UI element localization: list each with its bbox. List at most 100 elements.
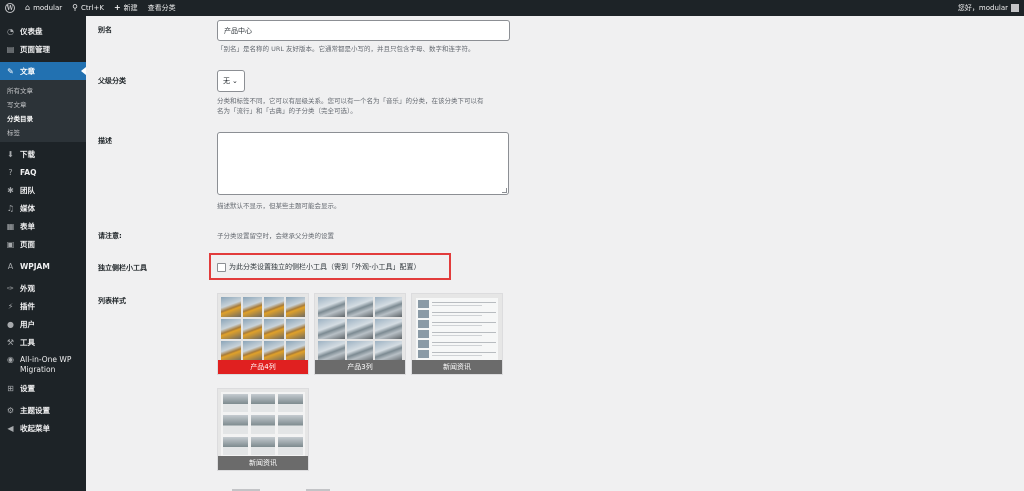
sidebar-item-label: WPJAM xyxy=(20,261,50,271)
submenu-write-post[interactable]: 写文章 xyxy=(0,97,86,111)
sidebar-item-label: 团队 xyxy=(20,185,35,195)
notice-label: 请注意: xyxy=(98,232,122,240)
site-name-link[interactable]: ⌂ modular xyxy=(20,0,67,16)
account-menu[interactable]: 您好，modular xyxy=(953,0,1024,16)
sidebar-item-wpjam[interactable]: A WPJAM xyxy=(0,257,86,275)
sidebar-item-posts[interactable]: ✎ 文章 xyxy=(0,62,86,80)
sidebar-item-label: 表单 xyxy=(20,221,35,231)
avatar xyxy=(1011,4,1019,12)
sidebar-item-forms[interactable]: ▦ 表单 xyxy=(0,217,86,235)
notice-text: 子分类设置留空时，会继承父分类的设置 xyxy=(217,232,334,240)
sidebar-item-label: 页面 xyxy=(20,239,35,249)
site-name: modular xyxy=(33,4,63,12)
submenu-tags[interactable]: 标签 xyxy=(0,125,86,139)
option-caption: 新闻资讯 xyxy=(218,456,308,470)
chevron-down-icon: ⌄ xyxy=(232,77,238,85)
sidebar-item-settings[interactable]: ⊞ 设置 xyxy=(0,379,86,397)
sidebar-item-users[interactable]: ● 用户 xyxy=(0,315,86,333)
submenu-all-posts[interactable]: 所有文章 xyxy=(0,83,86,97)
view-category-link[interactable]: 查看分类 xyxy=(143,0,181,16)
list-style-option-products-4col[interactable]: 产品4列 xyxy=(217,293,309,375)
list-style-label: 列表样式 xyxy=(98,297,126,305)
home-icon: ⌂ xyxy=(25,3,31,12)
sidebar-item-label: 媒体 xyxy=(20,203,35,213)
wpjam-icon: A xyxy=(7,261,14,271)
sidebar-item-label: 文章 xyxy=(20,66,35,76)
settings-icon: ⊞ xyxy=(7,383,14,393)
plus-icon: + xyxy=(113,3,121,12)
new-label: 新建 xyxy=(123,4,138,12)
wordpress-logo-icon: W xyxy=(5,3,15,13)
sidebar-item-media[interactable]: ♫ 媒体 xyxy=(0,199,86,217)
theme-settings-icon: ⚙ xyxy=(6,405,15,415)
wp-logo-menu[interactable]: W xyxy=(0,0,20,16)
command-palette-button[interactable]: ⚲ Ctrl+K xyxy=(67,0,109,16)
sidebar-item-faq[interactable]: ? FAQ xyxy=(0,163,86,181)
form-icon: ▦ xyxy=(6,221,15,231)
slug-label: 别名 xyxy=(98,26,112,34)
sidebar-item-appearance[interactable]: ✑ 外观 xyxy=(0,279,86,297)
description-textarea[interactable] xyxy=(217,132,509,195)
sidebar-widget-checkbox[interactable] xyxy=(217,262,226,272)
option-caption: 新闻资讯 xyxy=(412,360,502,374)
list-style-option-products-3col[interactable]: 产品3列 xyxy=(314,293,406,375)
collapse-menu-button[interactable]: ◀ 收起菜单 xyxy=(0,419,86,437)
list-style-option-news-list[interactable]: 新闻资讯 xyxy=(411,293,503,375)
view-category-label: 查看分类 xyxy=(147,4,176,12)
admin-sidebar: ◔ 仪表盘 ▤ 页面管理 ✎ 文章 所有文章 写文章 分类目录 标签 ⬇ 下载 ? FAQ… xyxy=(0,16,86,491)
list-style-option-news-grid[interactable]: 新闻资讯 xyxy=(217,388,309,471)
description-help: 描述默认不显示，但某些主题可能会显示。 xyxy=(217,202,341,210)
brush-icon: ✑ xyxy=(7,283,14,293)
sidebar-item-team[interactable]: ✱ 团队 xyxy=(0,181,86,199)
sidebar-item-label: FAQ xyxy=(20,167,37,177)
sidebar-item-pages[interactable]: ▣ 页面 xyxy=(0,235,86,253)
admin-bar: W ⌂ modular ⚲ Ctrl+K + 新建 查看分类 您好，modula… xyxy=(0,0,1024,16)
search-icon: ⚲ xyxy=(72,3,79,12)
pin-icon: ✎ xyxy=(7,66,14,76)
sidebar-item-tools[interactable]: ⚒ 工具 xyxy=(0,333,86,351)
sidebar-item-migration[interactable]: ◉ All-in-One WP Migration xyxy=(0,351,86,379)
slug-description: 「别名」是名称的 URL 友好版本。它通常都是小写的，并且只包含字母、数字和连字… xyxy=(217,45,475,53)
parent-select[interactable]: 无 ⌄ xyxy=(217,70,245,92)
page-icon: ▣ xyxy=(6,239,15,249)
sidebar-item-label: 下载 xyxy=(20,149,35,159)
sidebar-item-download[interactable]: ⬇ 下载 xyxy=(0,145,86,163)
sidebar-item-label: All-in-One WP Migration xyxy=(20,355,72,374)
sidebar-item-label: 页面管理 xyxy=(20,44,50,54)
sidebar-widget-option[interactable]: 为此分类设置独立的侧栏小工具（需到「外观-小工具」配置） xyxy=(217,262,421,272)
sidebar-item-theme-settings[interactable]: ⚙ 主题设置 xyxy=(0,401,86,419)
migration-icon: ◉ xyxy=(7,355,14,364)
sidebar-widget-label: 独立侧栏小工具 xyxy=(98,264,147,272)
description-label: 描述 xyxy=(98,137,112,145)
dashboard-icon: ◔ xyxy=(7,26,14,36)
new-content-button[interactable]: + 新建 xyxy=(109,0,143,16)
parent-label: 父级分类 xyxy=(98,77,126,85)
sidebar-item-page-manager[interactable]: ▤ 页面管理 xyxy=(0,40,86,58)
posts-submenu: 所有文章 写文章 分类目录 标签 xyxy=(0,80,86,142)
question-icon: ? xyxy=(8,167,13,177)
greeting-text: 您好，modular xyxy=(957,4,1008,12)
sidebar-item-plugins[interactable]: ⚡ 插件 xyxy=(0,297,86,315)
option-caption: 产品4列 xyxy=(218,360,308,374)
sidebar-item-dashboard[interactable]: ◔ 仪表盘 xyxy=(0,22,86,40)
sidebar-item-label: 插件 xyxy=(20,301,35,311)
parent-description-2: 名为「流行」和「古典」的子分类（完全可选）。 xyxy=(217,107,357,115)
edit-category-form: 别名 产品中心 「别名」是名称的 URL 友好版本。它通常都是小写的，并且只包含… xyxy=(86,16,1024,491)
sidebar-item-label: 工具 xyxy=(20,337,35,347)
news-list-preview xyxy=(416,298,498,360)
collapse-icon: ◀ xyxy=(7,423,14,433)
download-icon: ⬇ xyxy=(7,149,14,159)
slug-input[interactable]: 产品中心 xyxy=(217,20,510,41)
team-icon: ✱ xyxy=(7,185,14,195)
sidebar-item-label: 外观 xyxy=(20,283,35,293)
wrench-icon: ⚒ xyxy=(6,337,15,347)
sidebar-widget-checkbox-label: 为此分类设置独立的侧栏小工具（需到「外观-小工具」配置） xyxy=(229,263,421,271)
sidebar-item-label: 仪表盘 xyxy=(20,26,43,36)
sidebar-item-label: 设置 xyxy=(20,383,35,393)
sidebar-item-label: 收起菜单 xyxy=(20,423,50,433)
news-grid-preview xyxy=(221,392,305,457)
submenu-categories[interactable]: 分类目录 xyxy=(0,111,86,125)
product-grid-preview xyxy=(221,297,305,361)
product-grid-preview xyxy=(318,297,402,361)
resize-grip-icon[interactable] xyxy=(502,188,507,193)
